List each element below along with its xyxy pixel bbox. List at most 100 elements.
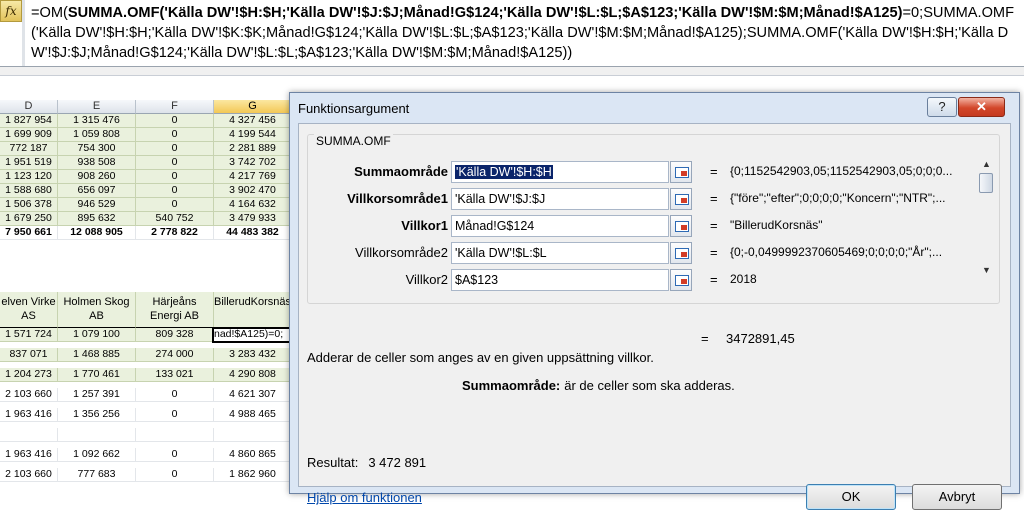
cell[interactable]: 133 021 — [136, 368, 214, 382]
argument-input[interactable]: 'Källa DW'!$L:$L — [451, 242, 669, 264]
column-label[interactable]: Härjeåns Energi AB — [136, 292, 214, 328]
insert-function-icon[interactable]: fx — [0, 0, 22, 22]
cell[interactable]: 2 778 822 — [136, 226, 214, 240]
cell[interactable]: 1 092 662 — [58, 448, 136, 462]
collapse-dialog-icon[interactable] — [670, 215, 692, 237]
cell[interactable]: 946 529 — [58, 198, 136, 212]
cell[interactable]: 3 283 432 — [214, 348, 292, 362]
column-header-g[interactable]: G — [214, 100, 292, 114]
cell[interactable]: 7 950 661 — [0, 226, 58, 240]
cell[interactable]: 4 327 456 — [214, 114, 292, 128]
cell[interactable]: 1 679 250 — [0, 212, 58, 226]
column-header-e[interactable]: E — [58, 100, 136, 114]
help-button[interactable]: ? — [927, 97, 957, 117]
formula-input[interactable]: =OM(SUMMA.OMF('Källa DW'!$H:$H;'Källa DW… — [31, 3, 1021, 63]
result-value: 3 472 891 — [368, 455, 427, 470]
cell[interactable]: 656 097 — [58, 184, 136, 198]
cell[interactable]: 1 079 100 — [58, 328, 136, 342]
cell[interactable]: 2 103 660 — [0, 388, 58, 402]
collapse-dialog-icon[interactable] — [670, 269, 692, 291]
args-scrollbar[interactable]: ▲ ▼ — [978, 157, 995, 277]
cell[interactable]: 3 902 470 — [214, 184, 292, 198]
cancel-button[interactable]: Avbryt — [912, 484, 1002, 510]
cell[interactable]: 754 300 — [58, 142, 136, 156]
cell[interactable] — [214, 428, 292, 442]
cell[interactable]: 938 508 — [58, 156, 136, 170]
cell[interactable]: 3 479 933 — [214, 212, 292, 226]
column-label[interactable]: elven Virke AS — [0, 292, 58, 328]
cell[interactable]: 809 328 — [136, 328, 214, 342]
collapse-dialog-icon[interactable] — [670, 188, 692, 210]
cell[interactable]: 0 — [136, 114, 214, 128]
cell[interactable]: 4 988 465 — [214, 408, 292, 422]
cell[interactable]: 0 — [136, 198, 214, 212]
cell[interactable]: 1 588 680 — [0, 184, 58, 198]
cell[interactable]: 44 483 382 — [214, 226, 292, 240]
cell[interactable]: 3 742 702 — [214, 156, 292, 170]
cell[interactable]: 1 257 391 — [58, 388, 136, 402]
argument-input[interactable]: Månad!G$124 — [451, 215, 669, 237]
cell[interactable]: 540 752 — [136, 212, 214, 226]
argument-value: 'Källa DW'!$J:$J — [455, 192, 546, 206]
help-link[interactable]: Hjälp om funktionen — [307, 490, 422, 505]
cell[interactable]: 772 187 — [0, 142, 58, 156]
scroll-up-icon[interactable]: ▲ — [978, 157, 995, 171]
cell[interactable]: 1 770 461 — [58, 368, 136, 382]
cell[interactable]: 274 000 — [136, 348, 214, 362]
cell[interactable]: 1 571 724 — [0, 328, 58, 342]
cell[interactable]: 777 683 — [58, 468, 136, 482]
column-label[interactable]: Holmen Skog AB — [58, 292, 136, 328]
cell[interactable]: 1 315 476 — [58, 114, 136, 128]
cell[interactable]: 0 — [136, 388, 214, 402]
cell[interactable]: 1 059 808 — [58, 128, 136, 142]
cell[interactable]: 1 468 885 — [58, 348, 136, 362]
cell[interactable] — [136, 428, 214, 442]
argument-input[interactable]: 'Källa DW'!$J:$J — [451, 188, 669, 210]
cell[interactable]: 0 — [136, 156, 214, 170]
cell[interactable]: 2 103 660 — [0, 468, 58, 482]
cell[interactable]: 1 963 416 — [0, 408, 58, 422]
column-label[interactable]: BillerudKorsnäs — [214, 292, 292, 328]
ok-button[interactable]: OK — [806, 484, 896, 510]
cell[interactable]: 1 963 416 — [0, 448, 58, 462]
cell[interactable]: 1 204 273 — [0, 368, 58, 382]
cell[interactable]: 4 290 808 — [214, 368, 292, 382]
fx-label: fx — [5, 4, 17, 18]
cell[interactable]: 2 281 889 — [214, 142, 292, 156]
cell[interactable]: 837 071 — [0, 348, 58, 362]
cell[interactable]: 895 632 — [58, 212, 136, 226]
cell[interactable]: 0 — [136, 468, 214, 482]
cell[interactable] — [0, 428, 58, 442]
cell[interactable] — [58, 428, 136, 442]
collapse-dialog-icon[interactable] — [670, 242, 692, 264]
column-header-f[interactable]: F — [136, 100, 214, 114]
cell[interactable]: 4 217 769 — [214, 170, 292, 184]
close-button[interactable]: ✕ — [958, 97, 1005, 117]
active-cell[interactable]: nad!$A125)=0; — [212, 327, 292, 343]
column-header-d[interactable]: D — [0, 100, 58, 114]
argument-input[interactable]: 'Källa DW'!$H:$H — [451, 161, 669, 183]
cell[interactable]: 4 199 544 — [214, 128, 292, 142]
cell[interactable]: 1 506 378 — [0, 198, 58, 212]
cell[interactable]: 0 — [136, 448, 214, 462]
scroll-thumb[interactable] — [979, 173, 993, 193]
cell[interactable]: 4 621 307 — [214, 388, 292, 402]
cell[interactable]: 4 164 632 — [214, 198, 292, 212]
cell[interactable]: 1 951 519 — [0, 156, 58, 170]
cell[interactable]: 1 862 960 — [214, 468, 292, 482]
collapse-dialog-icon[interactable] — [670, 161, 692, 183]
cell[interactable]: 0 — [136, 142, 214, 156]
cell[interactable]: 908 260 — [58, 170, 136, 184]
cell[interactable]: 1 356 256 — [58, 408, 136, 422]
cell[interactable]: 12 088 905 — [58, 226, 136, 240]
cell[interactable]: 0 — [136, 170, 214, 184]
argument-input[interactable]: $A$123 — [451, 269, 669, 291]
scroll-down-icon[interactable]: ▼ — [978, 263, 995, 277]
cell[interactable]: 1 699 909 — [0, 128, 58, 142]
cell[interactable]: 1 123 120 — [0, 170, 58, 184]
cell[interactable]: 4 860 865 — [214, 448, 292, 462]
cell[interactable]: 0 — [136, 184, 214, 198]
cell[interactable]: 1 827 954 — [0, 114, 58, 128]
cell[interactable]: 0 — [136, 128, 214, 142]
cell[interactable]: 0 — [136, 408, 214, 422]
